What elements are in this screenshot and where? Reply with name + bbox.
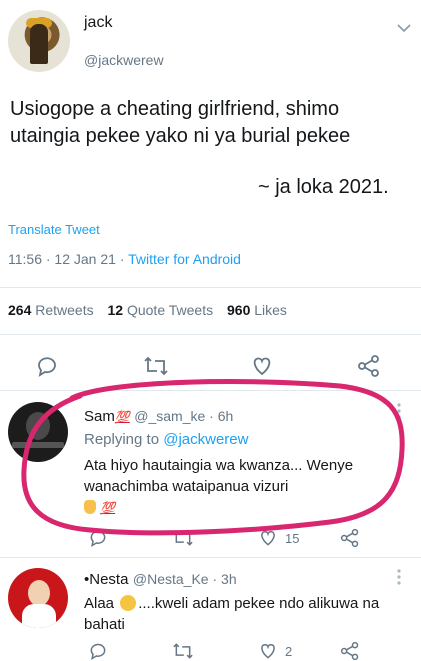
reply-icon[interactable]	[35, 354, 59, 378]
hundred-emoji: 💯	[114, 410, 130, 424]
grimace-emoji	[120, 595, 137, 611]
like-icon[interactable]	[258, 641, 278, 661]
reply-author-name[interactable]: •Nesta	[84, 571, 128, 588]
author-name[interactable]: jack	[84, 14, 112, 32]
divider	[0, 557, 421, 558]
share-icon[interactable]	[357, 354, 381, 378]
reply-header: Sam💯 @_sam_ke · 6h	[84, 408, 233, 426]
hundred-emoji: 💯	[100, 501, 116, 515]
like-icon[interactable]	[258, 528, 278, 548]
reply-author-name[interactable]: Sam	[84, 408, 115, 425]
reply-header: •Nesta @Nesta_Ke · 3h	[84, 571, 237, 589]
retweets-stat[interactable]: 264 Retweets	[8, 302, 94, 318]
tweet-meta: 11:56 · 12 Jan 21 · Twitter for Android	[8, 251, 241, 267]
reply-avatar[interactable]	[8, 568, 68, 628]
author-handle[interactable]: @jackwerew	[84, 52, 164, 68]
replying-to-link[interactable]: @jackwerew	[163, 431, 248, 448]
tweet-text: Usiogope a cheating girlfriend, shimo ut…	[10, 98, 351, 147]
share-icon[interactable]	[340, 528, 360, 548]
retweet-icon[interactable]	[143, 354, 169, 378]
reply-icon[interactable]	[88, 641, 108, 661]
reply-icon[interactable]	[88, 528, 108, 548]
like-count: 15	[285, 531, 300, 546]
reply-text: Ata hiyo hautaingia wa kwanza... Wenye w…	[84, 457, 354, 515]
like-icon[interactable]	[250, 354, 274, 378]
reply-author-handle[interactable]: @Nesta_Ke · 3h	[133, 571, 237, 587]
tweet-stats: 264 Retweets 12 Quote Tweets 960 Likes	[8, 302, 287, 318]
more-vertical-icon[interactable]	[396, 402, 402, 420]
reply-avatar[interactable]	[8, 402, 68, 462]
tweet-signature: ~ ja loka 2021.	[258, 176, 389, 198]
divider	[0, 287, 421, 288]
tweet-time: 11:56 · 12 Jan 21 ·	[8, 251, 125, 267]
reply-text: Alaa ....kweli adam pekee ndo alikuwa na…	[84, 595, 380, 633]
author-avatar[interactable]	[8, 10, 70, 72]
translate-tweet-link[interactable]: Translate Tweet	[8, 222, 100, 237]
divider	[0, 334, 421, 335]
retweet-icon[interactable]	[172, 528, 194, 548]
like-count: 2	[285, 644, 293, 659]
retweet-icon[interactable]	[172, 641, 194, 661]
more-vertical-icon[interactable]	[396, 568, 402, 586]
likes-stat[interactable]: 960 Likes	[227, 302, 287, 318]
chevron-down-icon[interactable]	[396, 22, 412, 34]
share-icon[interactable]	[340, 641, 360, 661]
reply-author-handle[interactable]: @_sam_ke · 6h	[134, 408, 233, 424]
tweet-source-link[interactable]: Twitter for Android	[128, 251, 241, 267]
replying-to: Replying to @jackwerew	[84, 431, 249, 448]
ok-hand-emoji	[84, 500, 96, 514]
quotes-stat[interactable]: 12 Quote Tweets	[108, 302, 214, 318]
divider	[0, 390, 421, 391]
